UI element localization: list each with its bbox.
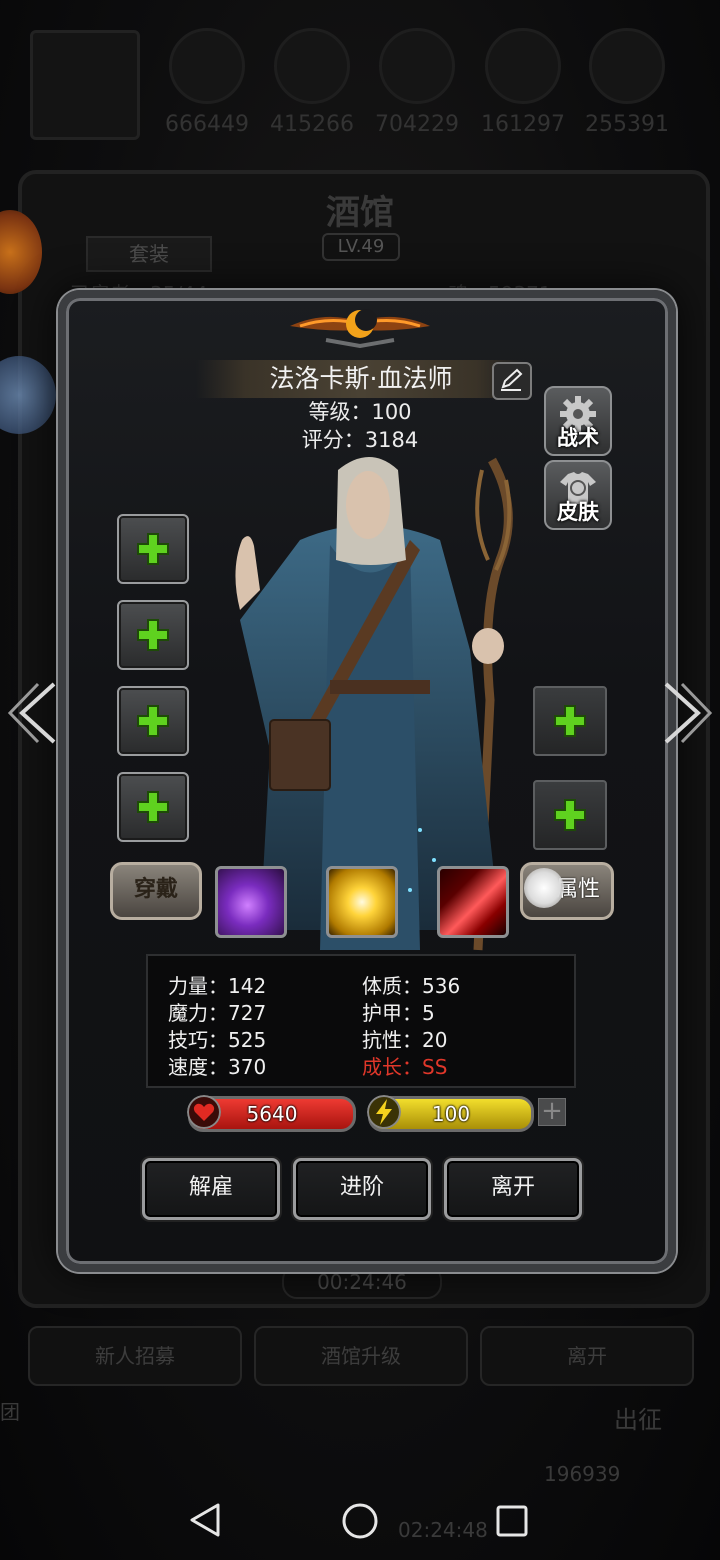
resource-item: 161297	[478, 28, 568, 137]
resource-item: 255391	[582, 28, 672, 137]
stat-skill: 技巧：525	[168, 1028, 267, 1052]
skin-label: 皮肤	[557, 500, 599, 524]
resource-icon	[379, 28, 455, 104]
stat-armor: 护甲：5	[362, 1001, 435, 1025]
rename-button[interactable]	[492, 362, 532, 400]
recents-icon[interactable]	[495, 1504, 529, 1538]
equip-slot-right-2[interactable]	[533, 780, 607, 850]
equip-slot-weapon[interactable]	[117, 514, 189, 584]
plus-icon	[137, 791, 169, 823]
equip-slot-3[interactable]	[117, 686, 189, 756]
footer-label-right: 出征	[614, 1406, 662, 1434]
skill-shadow-icon[interactable]	[215, 866, 287, 938]
hero-name: 法洛卡斯·血法师	[269, 364, 453, 393]
pencil-icon	[501, 368, 523, 391]
resource-item: 666449	[162, 28, 252, 137]
home-icon[interactable]	[341, 1502, 379, 1540]
resource-icon	[169, 28, 245, 104]
hp-value: 5640	[246, 1102, 298, 1126]
stat-resistance: 抗性：20	[362, 1028, 448, 1052]
energy-value: 100	[431, 1102, 471, 1126]
hero-level: 等级：100	[308, 400, 412, 424]
equip-slot-armor[interactable]	[117, 600, 189, 670]
next-hero-arrow-icon[interactable]	[660, 680, 712, 746]
suit-tab[interactable]: 套装	[86, 236, 212, 272]
resource-icon	[274, 28, 350, 104]
tactics-button[interactable]: 战术	[544, 386, 612, 456]
wear-button[interactable]: 穿戴	[110, 862, 202, 920]
resource-bar: 666449 415266 704229 161297 255391	[0, 28, 720, 138]
plus-icon	[554, 705, 586, 737]
previous-hero-arrow-icon[interactable]	[8, 680, 60, 746]
add-energy-button[interactable]: +	[538, 1098, 566, 1126]
resource-value: 415266	[270, 112, 354, 137]
back-icon[interactable]	[188, 1502, 224, 1538]
resource-value: 704229	[375, 112, 459, 137]
plus-icon	[137, 619, 169, 651]
tactics-label: 战术	[557, 426, 599, 450]
skill-light-icon[interactable]	[326, 866, 398, 938]
tavern-level-badge: LV.49	[322, 233, 400, 261]
resource-value: 255391	[585, 112, 669, 137]
stat-magic: 魔力：727	[168, 1001, 267, 1025]
moon-emblem-icon	[290, 309, 430, 348]
recruit-button[interactable]: 新人招募	[28, 1326, 242, 1386]
system-nav-bar	[0, 1480, 720, 1560]
plus-icon	[137, 705, 169, 737]
hp-bar: 5640	[187, 1095, 356, 1132]
stat-constitution: 体质：536	[362, 974, 461, 998]
tavern-title: 酒馆	[326, 193, 394, 233]
resource-value: 161297	[481, 112, 565, 137]
stat-growth: 成长：SS	[362, 1055, 448, 1079]
equip-slot-right-1[interactable]	[533, 686, 607, 756]
resource-item: 704229	[372, 28, 462, 137]
energy-bar: 100	[367, 1095, 534, 1132]
resource-icon	[485, 28, 561, 104]
resource-value: 666449	[165, 112, 249, 137]
skin-button[interactable]: 皮肤	[544, 460, 612, 530]
resource-icon	[589, 28, 665, 104]
plus-icon	[554, 799, 586, 831]
plus-icon	[137, 533, 169, 565]
stat-strength: 力量：142	[168, 974, 267, 998]
leave-button[interactable]: 离开	[444, 1158, 582, 1220]
dismiss-button[interactable]: 解雇	[142, 1158, 280, 1220]
footer-label-left: 团	[0, 1400, 20, 1424]
equip-slot-4[interactable]	[117, 772, 189, 842]
toggle-knob	[524, 868, 564, 908]
tavern-leave-button[interactable]: 离开	[480, 1326, 694, 1386]
advance-button[interactable]: 进阶	[293, 1158, 431, 1220]
stat-speed: 速度：370	[168, 1055, 267, 1079]
skill-blood-icon[interactable]	[437, 866, 509, 938]
tavern-upgrade-button[interactable]: 酒馆升级	[254, 1326, 468, 1386]
resource-item: 415266	[267, 28, 357, 137]
